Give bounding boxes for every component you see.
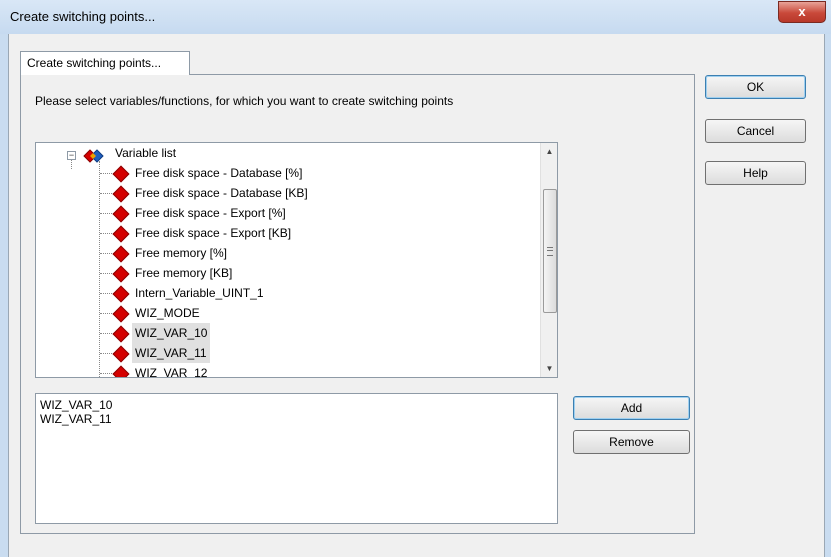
scroll-up-icon[interactable]: ▲ [541,143,557,160]
variable-tree[interactable]: − Variable list Free disk space - Databa… [35,142,558,378]
tree-item-label: Free disk space - Database [%] [135,166,303,180]
tree-item-label: WIZ_MODE [135,306,200,320]
selected-variables-list[interactable]: WIZ_VAR_10 WIZ_VAR_11 [35,393,558,524]
scroll-thumb[interactable] [543,189,557,313]
dialog-client-area: Create switching points... Please select… [8,34,825,557]
add-button[interactable]: Add [573,396,690,420]
variable-icon [112,365,130,377]
tree-item-label: WIZ_VAR_10 [132,323,211,343]
variable-icon [112,165,130,183]
tab-create-switching-points[interactable]: Create switching points... [20,51,190,75]
tab-panel: Please select variables/functions, for w… [20,74,695,534]
tree-item-label: Intern_Variable_UINT_1 [135,286,264,300]
variable-list-icon [83,149,104,163]
list-item[interactable]: WIZ_VAR_11 [40,412,553,426]
variable-icon [112,205,130,223]
close-icon: x [798,4,806,19]
scroll-down-icon[interactable]: ▼ [541,360,557,377]
remove-button[interactable]: Remove [573,430,690,454]
tree-scrollbar[interactable]: ▲ ▼ [540,143,557,377]
variable-icon [112,325,130,343]
tree-rows: − Variable list Free disk space - Databa… [36,143,540,377]
tree-item[interactable]: Free disk space - Database [%] [112,163,532,183]
variable-icon [112,265,130,283]
help-button[interactable]: Help [705,161,806,185]
tree-item[interactable]: Free memory [KB] [112,263,532,283]
tree-root-item[interactable]: − Variable list [36,143,536,163]
tree-item-label: Free memory [KB] [135,266,233,280]
tree-item[interactable]: Intern_Variable_UINT_1 [112,283,532,303]
collapse-icon[interactable]: − [67,151,76,160]
tree-item-label: Free disk space - Database [KB] [135,186,308,200]
window-title: Create switching points... [10,9,156,24]
tree-item-label: Free disk space - Export [%] [135,206,286,220]
tree-item-label: Free memory [%] [135,246,228,260]
tree-item[interactable]: Free disk space - Export [%] [112,203,532,223]
tree-root-label: Variable list [115,146,177,160]
tree-item[interactable]: Free disk space - Export [KB] [112,223,532,243]
tree-item[interactable]: Free memory [%] [112,243,532,263]
close-button[interactable]: x [778,1,826,23]
tree-item-label: WIZ_VAR_12 [135,366,208,377]
tree-item[interactable]: WIZ_VAR_10 [112,323,532,343]
list-item[interactable]: WIZ_VAR_10 [40,398,553,412]
variable-icon [112,225,130,243]
variable-icon [112,245,130,263]
variable-icon [112,185,130,203]
scroll-grip-icon [547,247,553,256]
ok-button[interactable]: OK [705,75,806,99]
variable-icon [112,305,130,323]
tree-item[interactable]: Free disk space - Database [KB] [112,183,532,203]
instruction-text: Please select variables/functions, for w… [35,94,454,108]
title-bar: Create switching points... x [0,0,831,34]
tree-item[interactable]: WIZ_VAR_11 [112,343,532,363]
variable-icon [112,345,130,363]
tree-item[interactable]: WIZ_MODE [112,303,532,323]
tree-item-label: WIZ_VAR_11 [132,343,210,363]
tree-item-label: Free disk space - Export [KB] [135,226,292,240]
cancel-button[interactable]: Cancel [705,119,806,143]
tree-item[interactable]: WIZ_VAR_12 [112,363,532,377]
variable-icon [112,285,130,303]
